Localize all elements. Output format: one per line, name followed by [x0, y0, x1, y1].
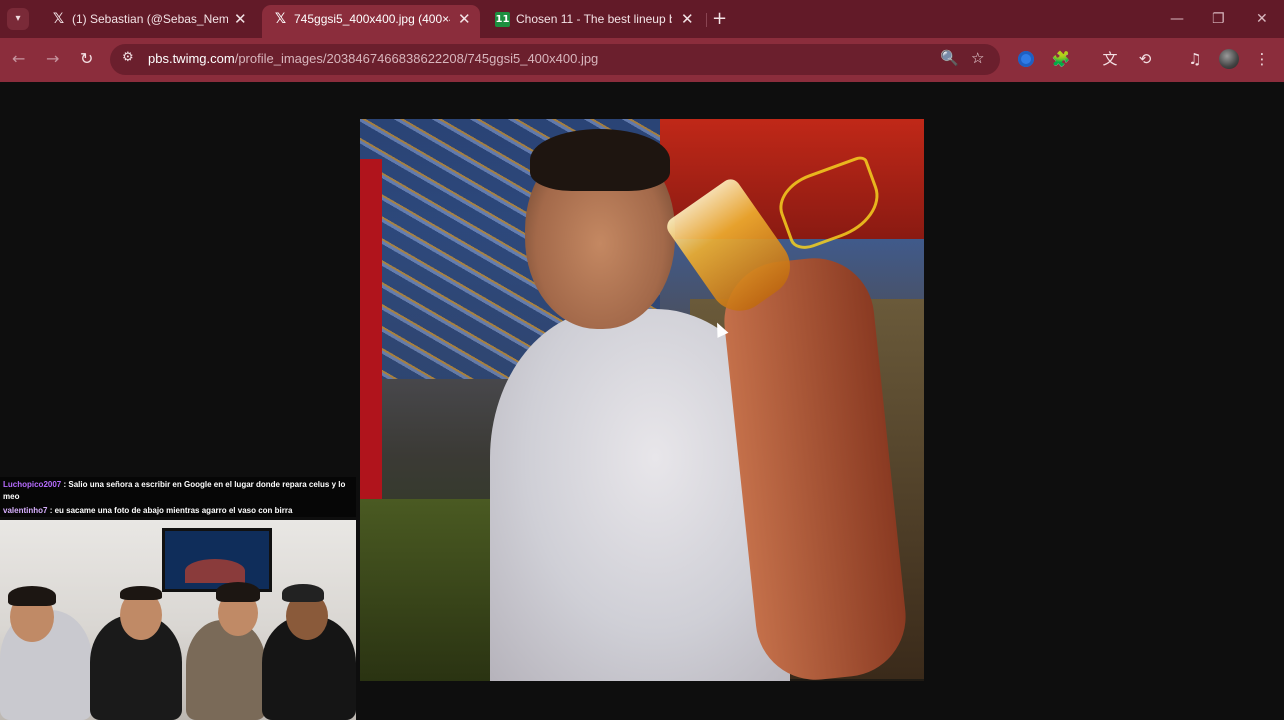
chosen11-icon: 11: [495, 12, 510, 27]
address-bar[interactable]: ⚙ pbs.twimg.com/profile_images/203846746…: [110, 44, 1000, 75]
url-path: /profile_images/2038467466838622208/745g…: [234, 51, 599, 66]
tab-twitter-profile[interactable]: 𝕏 (1) Sebastian (@Sebas_Neman) ✕: [40, 5, 258, 38]
stream-chat-overlay: Luchopico2007 : Salio una señora a escri…: [0, 477, 356, 517]
tab-title: 745ggsi5_400x400.jpg (400×400): [294, 12, 450, 26]
x-logo-icon: 𝕏: [52, 11, 65, 27]
back-icon[interactable]: ←: [12, 48, 25, 70]
webcam-person: [186, 620, 266, 720]
puzzle-icon[interactable]: 🧩: [1051, 48, 1071, 70]
tab-strip: ▾ 𝕏 (1) Sebastian (@Sebas_Neman) ✕ 𝕏 745…: [0, 0, 1284, 38]
chat-username: valentinho7: [3, 506, 48, 515]
history-icon[interactable]: ⟲: [1135, 48, 1155, 70]
url-text[interactable]: pbs.twimg.com/profile_images/20384674668…: [148, 51, 598, 66]
x-logo-icon: 𝕏: [274, 11, 287, 27]
chat-message: Luchopico2007 : Salio una señora a escri…: [3, 479, 353, 503]
minimize-icon[interactable]: —: [1170, 6, 1184, 32]
reload-icon[interactable]: ↻: [80, 48, 93, 70]
zoom-icon[interactable]: 🔍: [940, 49, 959, 67]
displayed-image[interactable]: [360, 119, 924, 681]
tab-chosen11[interactable]: 11 Chosen 11 - The best lineup bu ✕: [484, 5, 702, 38]
new-tab-button[interactable]: +: [712, 6, 727, 32]
bookmark-star-icon[interactable]: ☆: [971, 49, 984, 67]
tab-close-icon[interactable]: ✕: [458, 5, 471, 33]
chat-text: : eu sacame una foto de abajo mientras a…: [49, 506, 293, 515]
url-host: pbs.twimg.com: [148, 51, 235, 66]
tab-close-icon[interactable]: ✕: [681, 5, 694, 33]
webcam-hair: [120, 586, 162, 600]
page-viewport: Luchopico2007 : Salio una señora a escri…: [0, 82, 1284, 720]
webcam-hair: [216, 582, 260, 602]
profile-avatar[interactable]: [1219, 49, 1239, 69]
translate-icon[interactable]: 文: [1100, 48, 1120, 70]
tab-divider: [706, 13, 707, 27]
window-close-icon[interactable]: ✕: [1256, 6, 1268, 32]
webcam-tv: [162, 528, 272, 592]
chat-username: Luchopico2007: [3, 480, 62, 489]
webcam-cap: [282, 584, 324, 602]
tab-title: Chosen 11 - The best lineup bu: [516, 12, 672, 26]
tab-close-icon[interactable]: ✕: [234, 5, 247, 33]
menu-icon[interactable]: ⋮: [1252, 48, 1272, 70]
tab-title: (1) Sebastian (@Sebas_Neman): [72, 12, 228, 26]
chat-message: valentinho7 : eu sacame una foto de abaj…: [3, 505, 353, 517]
webcam-hair: [8, 586, 56, 606]
extension-icon[interactable]: [1018, 51, 1034, 67]
restore-icon[interactable]: ❐: [1212, 6, 1225, 32]
tab-image-active[interactable]: 𝕏 745ggsi5_400x400.jpg (400×400) ✕: [262, 5, 480, 38]
tab-search-menu-button[interactable]: ▾: [7, 8, 29, 30]
browser-toolbar: ← → ↻ ⚙ pbs.twimg.com/profile_images/203…: [0, 38, 1284, 82]
site-info-icon[interactable]: ⚙: [122, 50, 134, 65]
forward-icon[interactable]: →: [46, 48, 59, 70]
chevron-down-icon: ▾: [15, 13, 21, 24]
webcam-overlay: [0, 520, 356, 720]
media-control-icon[interactable]: ♫: [1185, 48, 1205, 70]
photo-hair: [530, 129, 670, 191]
